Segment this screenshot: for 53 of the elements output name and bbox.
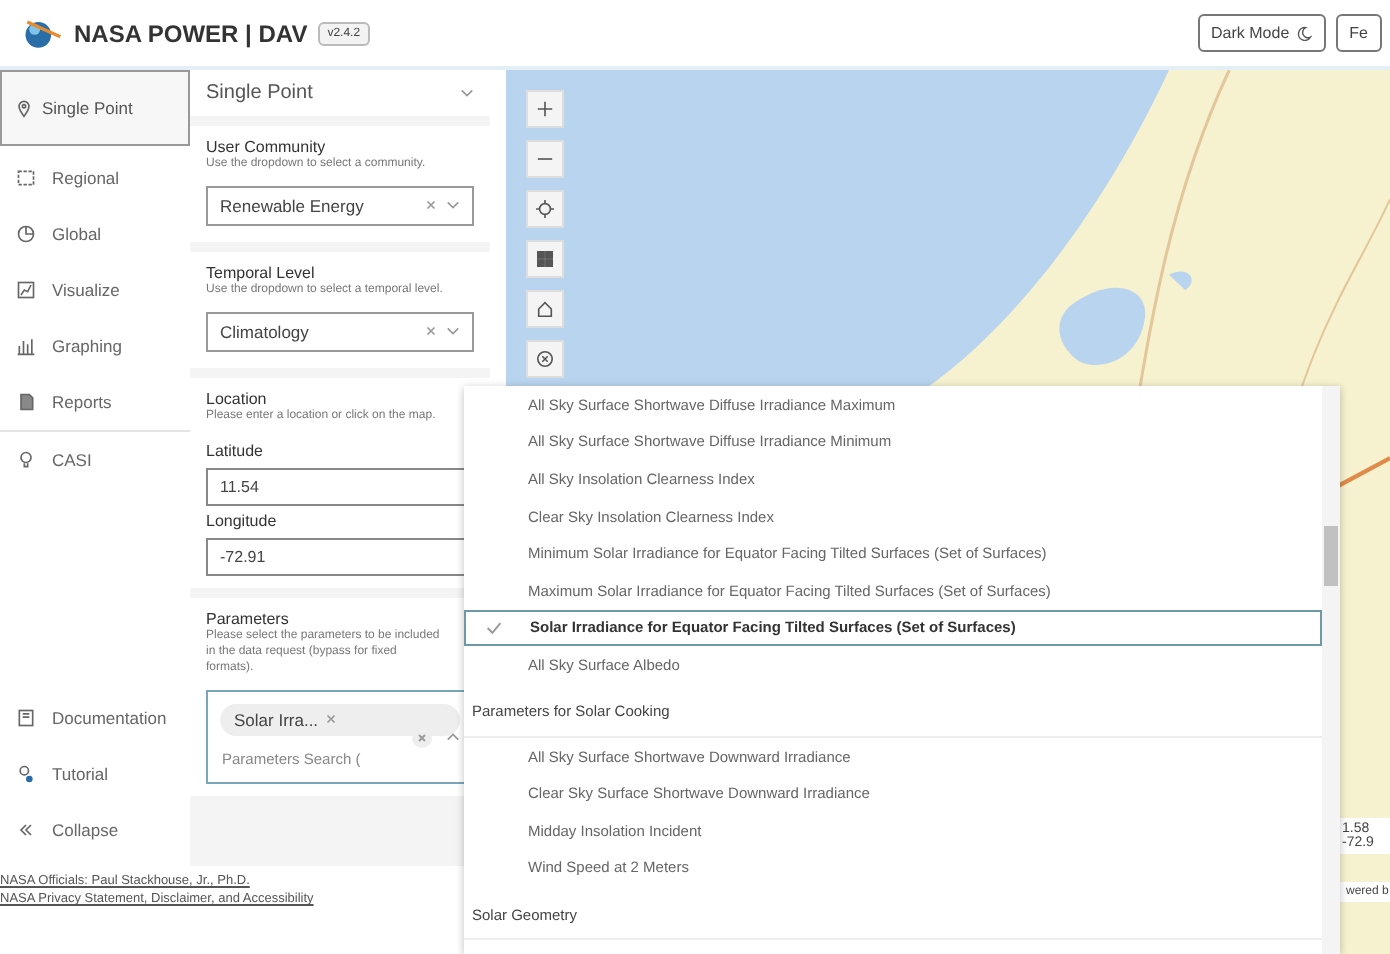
bar-chart-icon [16,336,36,356]
check-icon [486,619,502,636]
parameter-chip[interactable]: Solar Irra... [220,703,460,736]
dashed-square-icon [16,168,36,188]
scrollbar[interactable] [1322,386,1340,954]
section-title: Temporal Level [206,263,317,282]
chart-box-icon [16,280,36,300]
book-icon [16,708,36,728]
close-icon[interactable] [424,198,438,213]
locate-button[interactable] [526,190,564,228]
document-icon [16,392,36,412]
field-label: Longitude [206,512,279,531]
nav-item[interactable]: Collapse [0,802,190,858]
pin-icon [14,98,34,118]
plus-icon [536,100,554,118]
tutorial-icon [16,764,36,784]
globe-icon [16,224,36,244]
grid-icon [536,250,554,268]
nav-item[interactable]: Graphing [0,318,190,374]
chevron-down-icon[interactable] [460,88,474,98]
app-title: NASA POWER | DAV [74,19,308,47]
close-icon[interactable] [424,324,438,339]
chevron-down-icon[interactable] [446,326,460,337]
home-icon [536,300,554,318]
nav-item[interactable]: Documentation [0,690,190,746]
nav-item[interactable]: Tutorial [0,746,190,802]
crosshair-icon [536,200,554,218]
clear-button[interactable] [526,340,564,378]
nav-item[interactable]: Regional [0,150,190,206]
double-chevron-icon [16,820,36,840]
caret-icon[interactable] [446,732,460,743]
close-icon [536,350,554,368]
dark-mode-button[interactable]: Dark Mode [1197,14,1326,52]
community-select[interactable]: Renewable Energy [206,185,474,226]
nav-item[interactable]: Global [0,206,190,262]
header-button[interactable]: Fe [1335,14,1382,52]
chevron-down-icon[interactable] [446,200,460,211]
mode-select[interactable]: Single Point [190,70,490,116]
basemap-button[interactable] [526,240,564,278]
temporal-select[interactable]: Climatology [206,311,474,352]
nav-item[interactable]: Visualize [0,262,190,318]
nav-item[interactable]: Single Point [0,70,190,146]
zoom-in-button[interactable] [526,90,564,128]
section-title: Parameters [206,610,291,629]
home-button[interactable] [526,290,564,328]
field-label: Latitude [206,442,265,461]
close-icon[interactable] [324,712,339,727]
nav-item[interactable]: CASI [0,432,190,488]
bulb-icon [16,450,36,470]
moon-icon [1295,25,1312,41]
section-title: User Community [206,138,328,156]
nav-item[interactable]: Reports [0,374,190,430]
section-title: Location [206,389,269,408]
